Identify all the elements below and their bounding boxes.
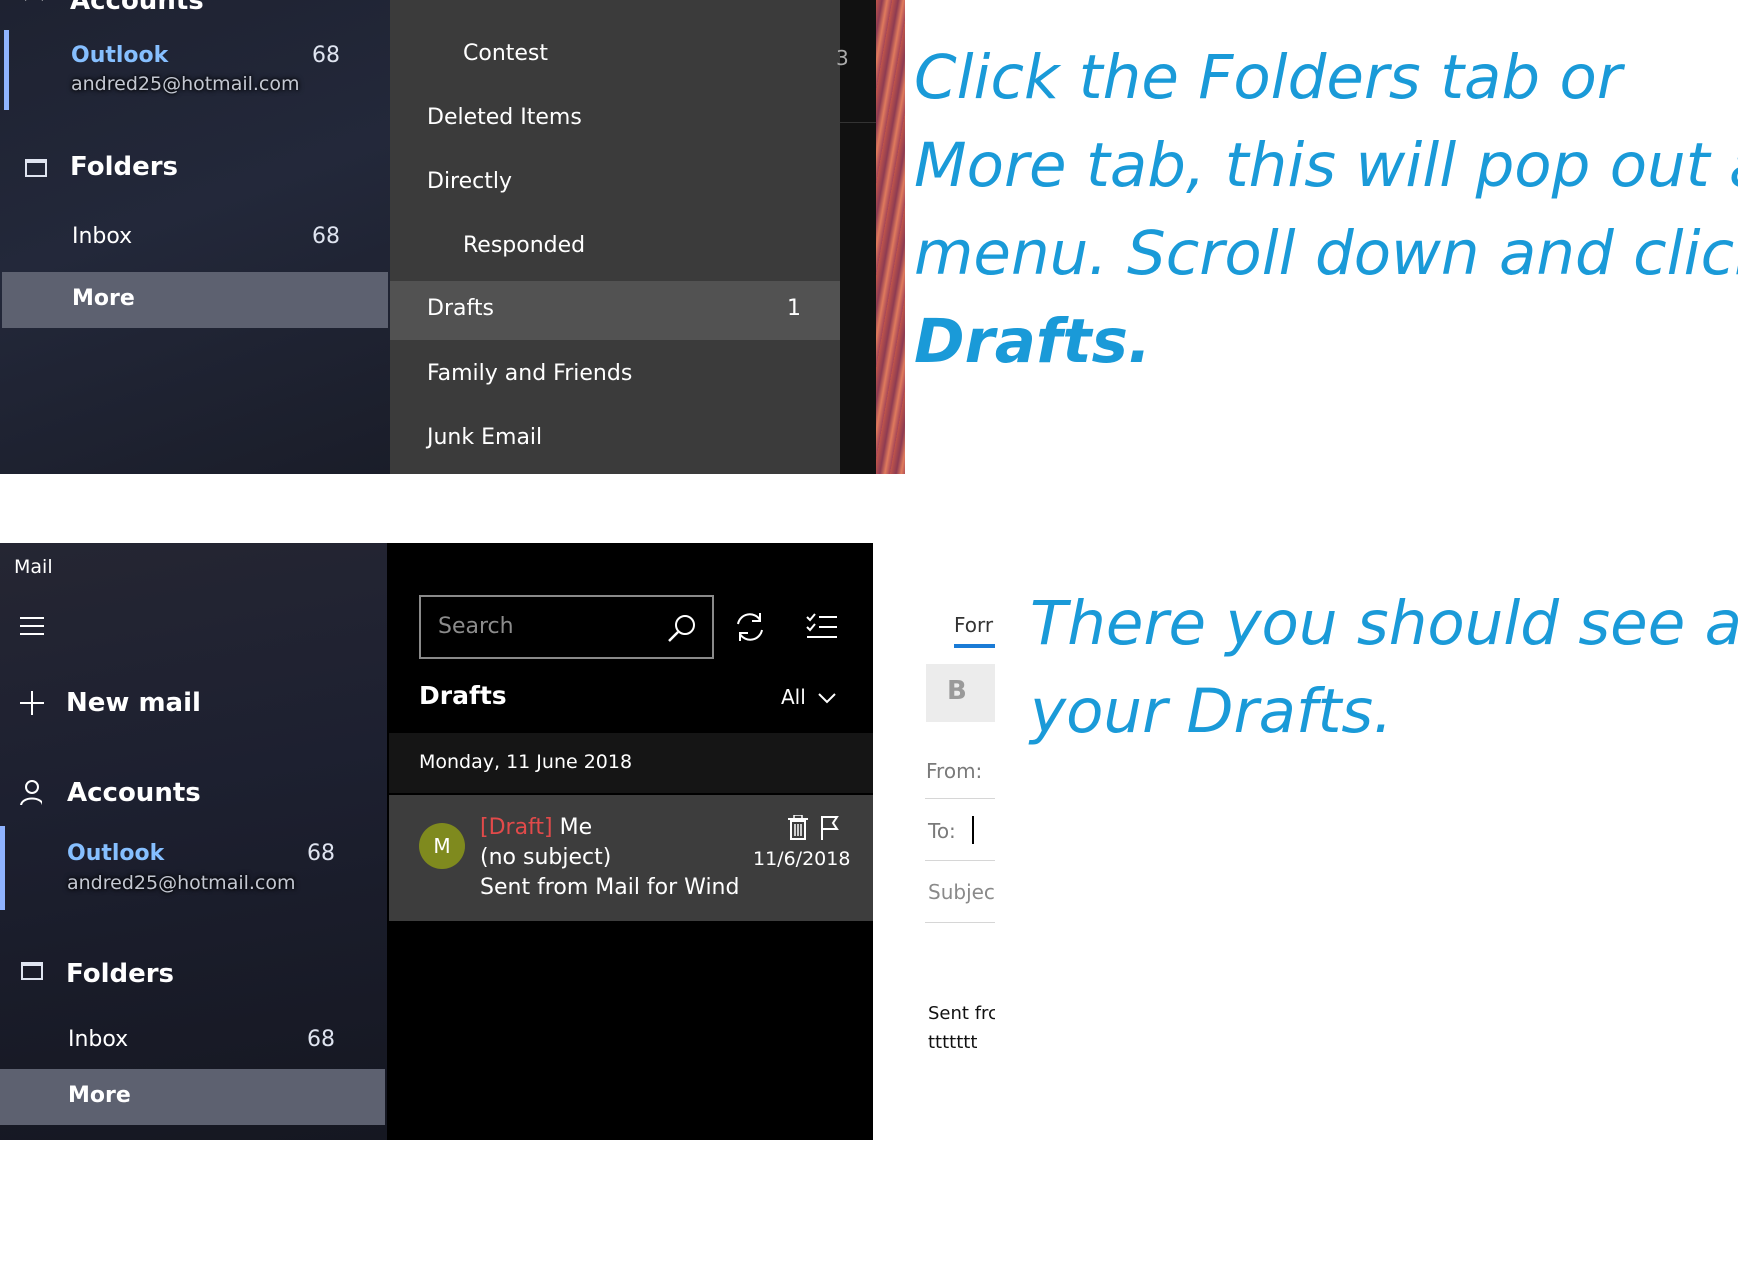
chevron-down-icon xyxy=(818,693,836,704)
body-text-line[interactable]: Sent frc xyxy=(928,1003,995,1024)
message-sender: Me xyxy=(559,815,593,840)
folders-label: Folders xyxy=(66,959,175,989)
partial-count: 3 xyxy=(836,46,849,70)
folder-inbox[interactable]: Inbox 68 xyxy=(0,1018,387,1066)
flag-icon[interactable] xyxy=(819,815,841,841)
search-placeholder: Search xyxy=(438,614,514,639)
screenshot-drafts-folder: Mail New mail Accounts Outlook 68 andred… xyxy=(0,543,873,1140)
message-preview: Sent from Mail for Windov xyxy=(480,875,740,900)
caption-line: Click the Folders tab or xyxy=(914,42,1622,113)
filter-dropdown[interactable]: All xyxy=(775,683,845,713)
flyout-item-label: Drafts xyxy=(427,296,494,321)
account-unread-count: 68 xyxy=(312,43,340,68)
subject-field[interactable]: Subjec xyxy=(928,880,995,904)
divider xyxy=(840,122,876,123)
app-title: Mail xyxy=(14,556,53,578)
inbox-label: Inbox xyxy=(68,1027,129,1052)
new-mail-label: New mail xyxy=(66,688,201,718)
search-icon[interactable] xyxy=(667,613,697,643)
folders-button[interactable]: Folders xyxy=(0,950,387,1000)
caption-line: More tab, this will pop out a xyxy=(914,130,1738,201)
flyout-item-label: Contest xyxy=(463,41,549,66)
more-folders-button[interactable]: More xyxy=(0,1069,385,1125)
caption-line: There you should see all xyxy=(1030,588,1738,659)
message-list-edge xyxy=(840,0,876,474)
divider xyxy=(925,860,995,861)
account-name: Outlook xyxy=(71,43,169,68)
inbox-count: 68 xyxy=(307,1027,335,1052)
more-label: More xyxy=(72,286,135,311)
account-unread-count: 68 xyxy=(307,841,335,866)
folder-icon xyxy=(21,962,43,980)
message-sender-line: [Draft] Me xyxy=(480,815,592,840)
avatar: M xyxy=(419,823,465,869)
flyout-item-responded[interactable]: Responded xyxy=(390,219,840,275)
accounts-heading[interactable]: Accounts xyxy=(70,0,204,16)
delete-icon[interactable] xyxy=(787,815,809,841)
instruction-caption-2: There you should see all your Drafts. xyxy=(1030,580,1738,756)
caption-line: Drafts. xyxy=(914,298,1738,386)
folders-label: Folders xyxy=(70,152,179,182)
screenshot-folders-menu: Accounts Outlook 68 andred25@hotmail.com… xyxy=(0,0,905,474)
folder-inbox[interactable]: Inbox 68 xyxy=(0,216,390,260)
message-subject: (no subject) xyxy=(480,845,612,870)
hamburger-menu-icon[interactable] xyxy=(19,615,45,637)
divider xyxy=(925,798,995,799)
drafts-count: 1 xyxy=(787,296,801,321)
account-outlook[interactable]: Outlook 68 andred25@hotmail.com xyxy=(0,826,387,910)
divider xyxy=(925,922,995,923)
flyout-item-label: Deleted Items xyxy=(427,105,582,130)
chevron-up-icon[interactable] xyxy=(22,0,46,6)
flyout-item-contest[interactable]: Contest xyxy=(390,27,840,83)
flyout-item-label: Responded xyxy=(463,233,586,258)
inbox-label: Inbox xyxy=(72,224,133,249)
compose-pane-fragment: Forr B From: To: Subjec Sent frc ttttttt xyxy=(925,600,995,1070)
filter-label: All xyxy=(781,685,806,709)
bold-button-label: B xyxy=(947,676,967,706)
to-label: To: xyxy=(928,819,956,843)
account-name: Outlook xyxy=(67,841,165,866)
person-icon xyxy=(20,780,42,805)
new-mail-button[interactable]: New mail xyxy=(0,678,387,728)
search-box[interactable]: Search xyxy=(419,595,714,659)
accounts-label: Accounts xyxy=(67,778,201,808)
from-label: From: xyxy=(926,759,983,783)
account-outlook[interactable]: Outlook 68 andred25@hotmail.com xyxy=(0,30,390,112)
sync-icon[interactable] xyxy=(733,610,767,644)
account-email: andred25@hotmail.com xyxy=(71,73,300,95)
desktop-wallpaper xyxy=(876,0,905,474)
instruction-caption-1: Click the Folders tab or More tab, this … xyxy=(914,34,1738,386)
draft-tag: [Draft] xyxy=(480,815,553,840)
folders-button[interactable]: Folders xyxy=(0,148,390,192)
tab-format[interactable]: Forr xyxy=(954,613,993,637)
caption-bold-text: Drafts. xyxy=(914,306,1152,377)
message-list-item[interactable]: M [Draft] Me (no subject) Sent from Mail… xyxy=(389,795,873,921)
body-text-line[interactable]: ttttttt xyxy=(928,1032,977,1053)
selection-mode-icon[interactable] xyxy=(805,611,839,641)
flyout-item-junk-email[interactable]: Junk Email xyxy=(390,411,840,467)
flyout-item-deleted-items[interactable]: Deleted Items xyxy=(390,91,840,147)
folder-icon xyxy=(25,159,47,177)
flyout-item-label: Directly xyxy=(427,169,513,194)
account-email: andred25@hotmail.com xyxy=(67,872,296,894)
bold-button[interactable]: B xyxy=(926,664,995,722)
more-folders-button[interactable]: More xyxy=(2,272,388,328)
caption-line: your Drafts. xyxy=(1030,676,1393,747)
message-date: 11/6/2018 xyxy=(753,848,851,870)
flyout-item-label: Family and Friends xyxy=(427,361,633,386)
caption-line: menu. Scroll down and click xyxy=(914,218,1738,289)
date-header-text: Monday, 11 June 2018 xyxy=(419,751,633,773)
tab-selected-indicator xyxy=(954,644,995,648)
flyout-item-family-and-friends[interactable]: Family and Friends xyxy=(390,347,840,403)
more-label: More xyxy=(68,1083,131,1108)
flyout-item-directly[interactable]: Directly xyxy=(390,155,840,211)
plus-icon xyxy=(20,691,44,715)
folder-title: Drafts xyxy=(419,681,507,710)
inbox-count: 68 xyxy=(312,224,340,249)
date-group-header: Monday, 11 June 2018 xyxy=(389,733,873,793)
accounts-button[interactable]: Accounts xyxy=(0,768,387,818)
flyout-item-label: Junk Email xyxy=(427,425,543,450)
to-field-cursor[interactable] xyxy=(972,816,974,844)
flyout-item-drafts[interactable]: Drafts 1 xyxy=(390,281,840,340)
